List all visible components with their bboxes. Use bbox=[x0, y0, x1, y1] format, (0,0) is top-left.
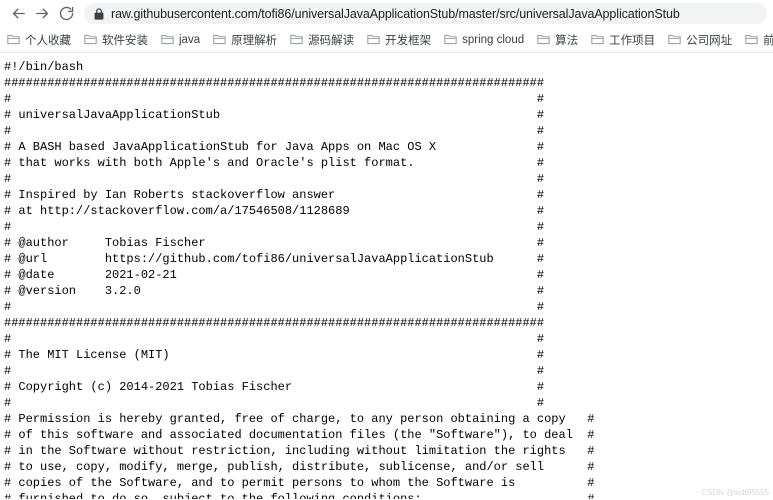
folder-glyph bbox=[668, 34, 681, 45]
folder-icon bbox=[7, 34, 20, 45]
folder-glyph bbox=[745, 34, 758, 45]
reload-icon bbox=[59, 6, 73, 21]
bookmark-item-2[interactable]: java bbox=[161, 30, 200, 50]
bookmark-label: 前端 bbox=[763, 32, 773, 48]
bookmark-label: 个人收藏 bbox=[25, 34, 71, 47]
folder-icon bbox=[745, 34, 758, 45]
folder-glyph bbox=[213, 34, 226, 45]
bookmark-item-0[interactable]: 个人收藏 bbox=[7, 30, 71, 50]
folder-glyph bbox=[161, 34, 174, 45]
bookmark-item-1[interactable]: 软件安装 bbox=[84, 30, 148, 50]
bookmark-label: 源码解读 bbox=[308, 34, 355, 47]
arrow-right-icon bbox=[35, 8, 48, 19]
bookmark-item-7[interactable]: 算法 bbox=[537, 30, 578, 50]
bookmark-item-4[interactable]: 源码解读 bbox=[290, 30, 354, 50]
reload-button[interactable] bbox=[54, 2, 78, 26]
folder-glyph bbox=[591, 34, 604, 45]
forward-button[interactable] bbox=[30, 2, 54, 26]
bookmark-item-10[interactable]: 前端 bbox=[745, 30, 773, 50]
bookmark-label: 算法 bbox=[555, 34, 579, 47]
bookmarks-bar: 个人收藏 软件安装 java 原理解析 源码解读 开发框架 spring clo… bbox=[0, 27, 773, 53]
lock-icon bbox=[94, 7, 104, 20]
bookmark-label: 原理解析 bbox=[231, 34, 278, 47]
address-bar-url: raw.githubusercontent.com/tofi86/univers… bbox=[111, 6, 680, 21]
bookmark-item-5[interactable]: 开发框架 bbox=[367, 30, 431, 50]
lock-glyph bbox=[94, 7, 104, 20]
folder-icon bbox=[537, 34, 550, 45]
folder-glyph bbox=[444, 34, 457, 45]
bookmark-label: spring cloud bbox=[462, 33, 525, 46]
folder-icon bbox=[367, 34, 380, 45]
folder-glyph bbox=[367, 34, 380, 45]
address-bar[interactable]: raw.githubusercontent.com/tofi86/univers… bbox=[84, 3, 767, 24]
bookmark-label: 工作项目 bbox=[609, 34, 656, 47]
arrow-left-icon bbox=[12, 8, 25, 19]
folder-icon bbox=[444, 34, 457, 45]
bookmark-item-6[interactable]: spring cloud bbox=[444, 30, 524, 50]
page-viewport[interactable]: #!/bin/bash ############################… bbox=[0, 53, 773, 499]
bookmark-label: 公司网址 bbox=[686, 34, 733, 47]
folder-glyph bbox=[290, 34, 303, 45]
folder-glyph bbox=[7, 34, 20, 45]
browser-chrome: raw.githubusercontent.com/tofi86/univers… bbox=[0, 0, 773, 53]
bookmark-item-9[interactable]: 公司网址 bbox=[668, 30, 732, 50]
bookmark-label: 开发框架 bbox=[385, 34, 432, 47]
folder-icon bbox=[591, 34, 604, 45]
bookmark-label: java bbox=[179, 33, 201, 46]
bookmark-item-8[interactable]: 工作项目 bbox=[591, 30, 655, 50]
folder-icon bbox=[161, 34, 174, 45]
folder-glyph bbox=[84, 34, 97, 45]
bookmark-label: 软件安装 bbox=[102, 34, 148, 47]
folder-icon bbox=[290, 34, 303, 45]
folder-icon bbox=[213, 34, 226, 45]
folder-glyph bbox=[537, 34, 550, 45]
browser-toolbar: raw.githubusercontent.com/tofi86/univers… bbox=[0, 0, 773, 27]
bookmark-item-3[interactable]: 原理解析 bbox=[213, 30, 277, 50]
raw-source-text: #!/bin/bash ############################… bbox=[4, 60, 595, 499]
back-button[interactable] bbox=[6, 2, 30, 26]
folder-icon bbox=[84, 34, 97, 45]
watermark: CSDN @wdt95555 bbox=[701, 488, 769, 497]
folder-icon bbox=[668, 34, 681, 45]
